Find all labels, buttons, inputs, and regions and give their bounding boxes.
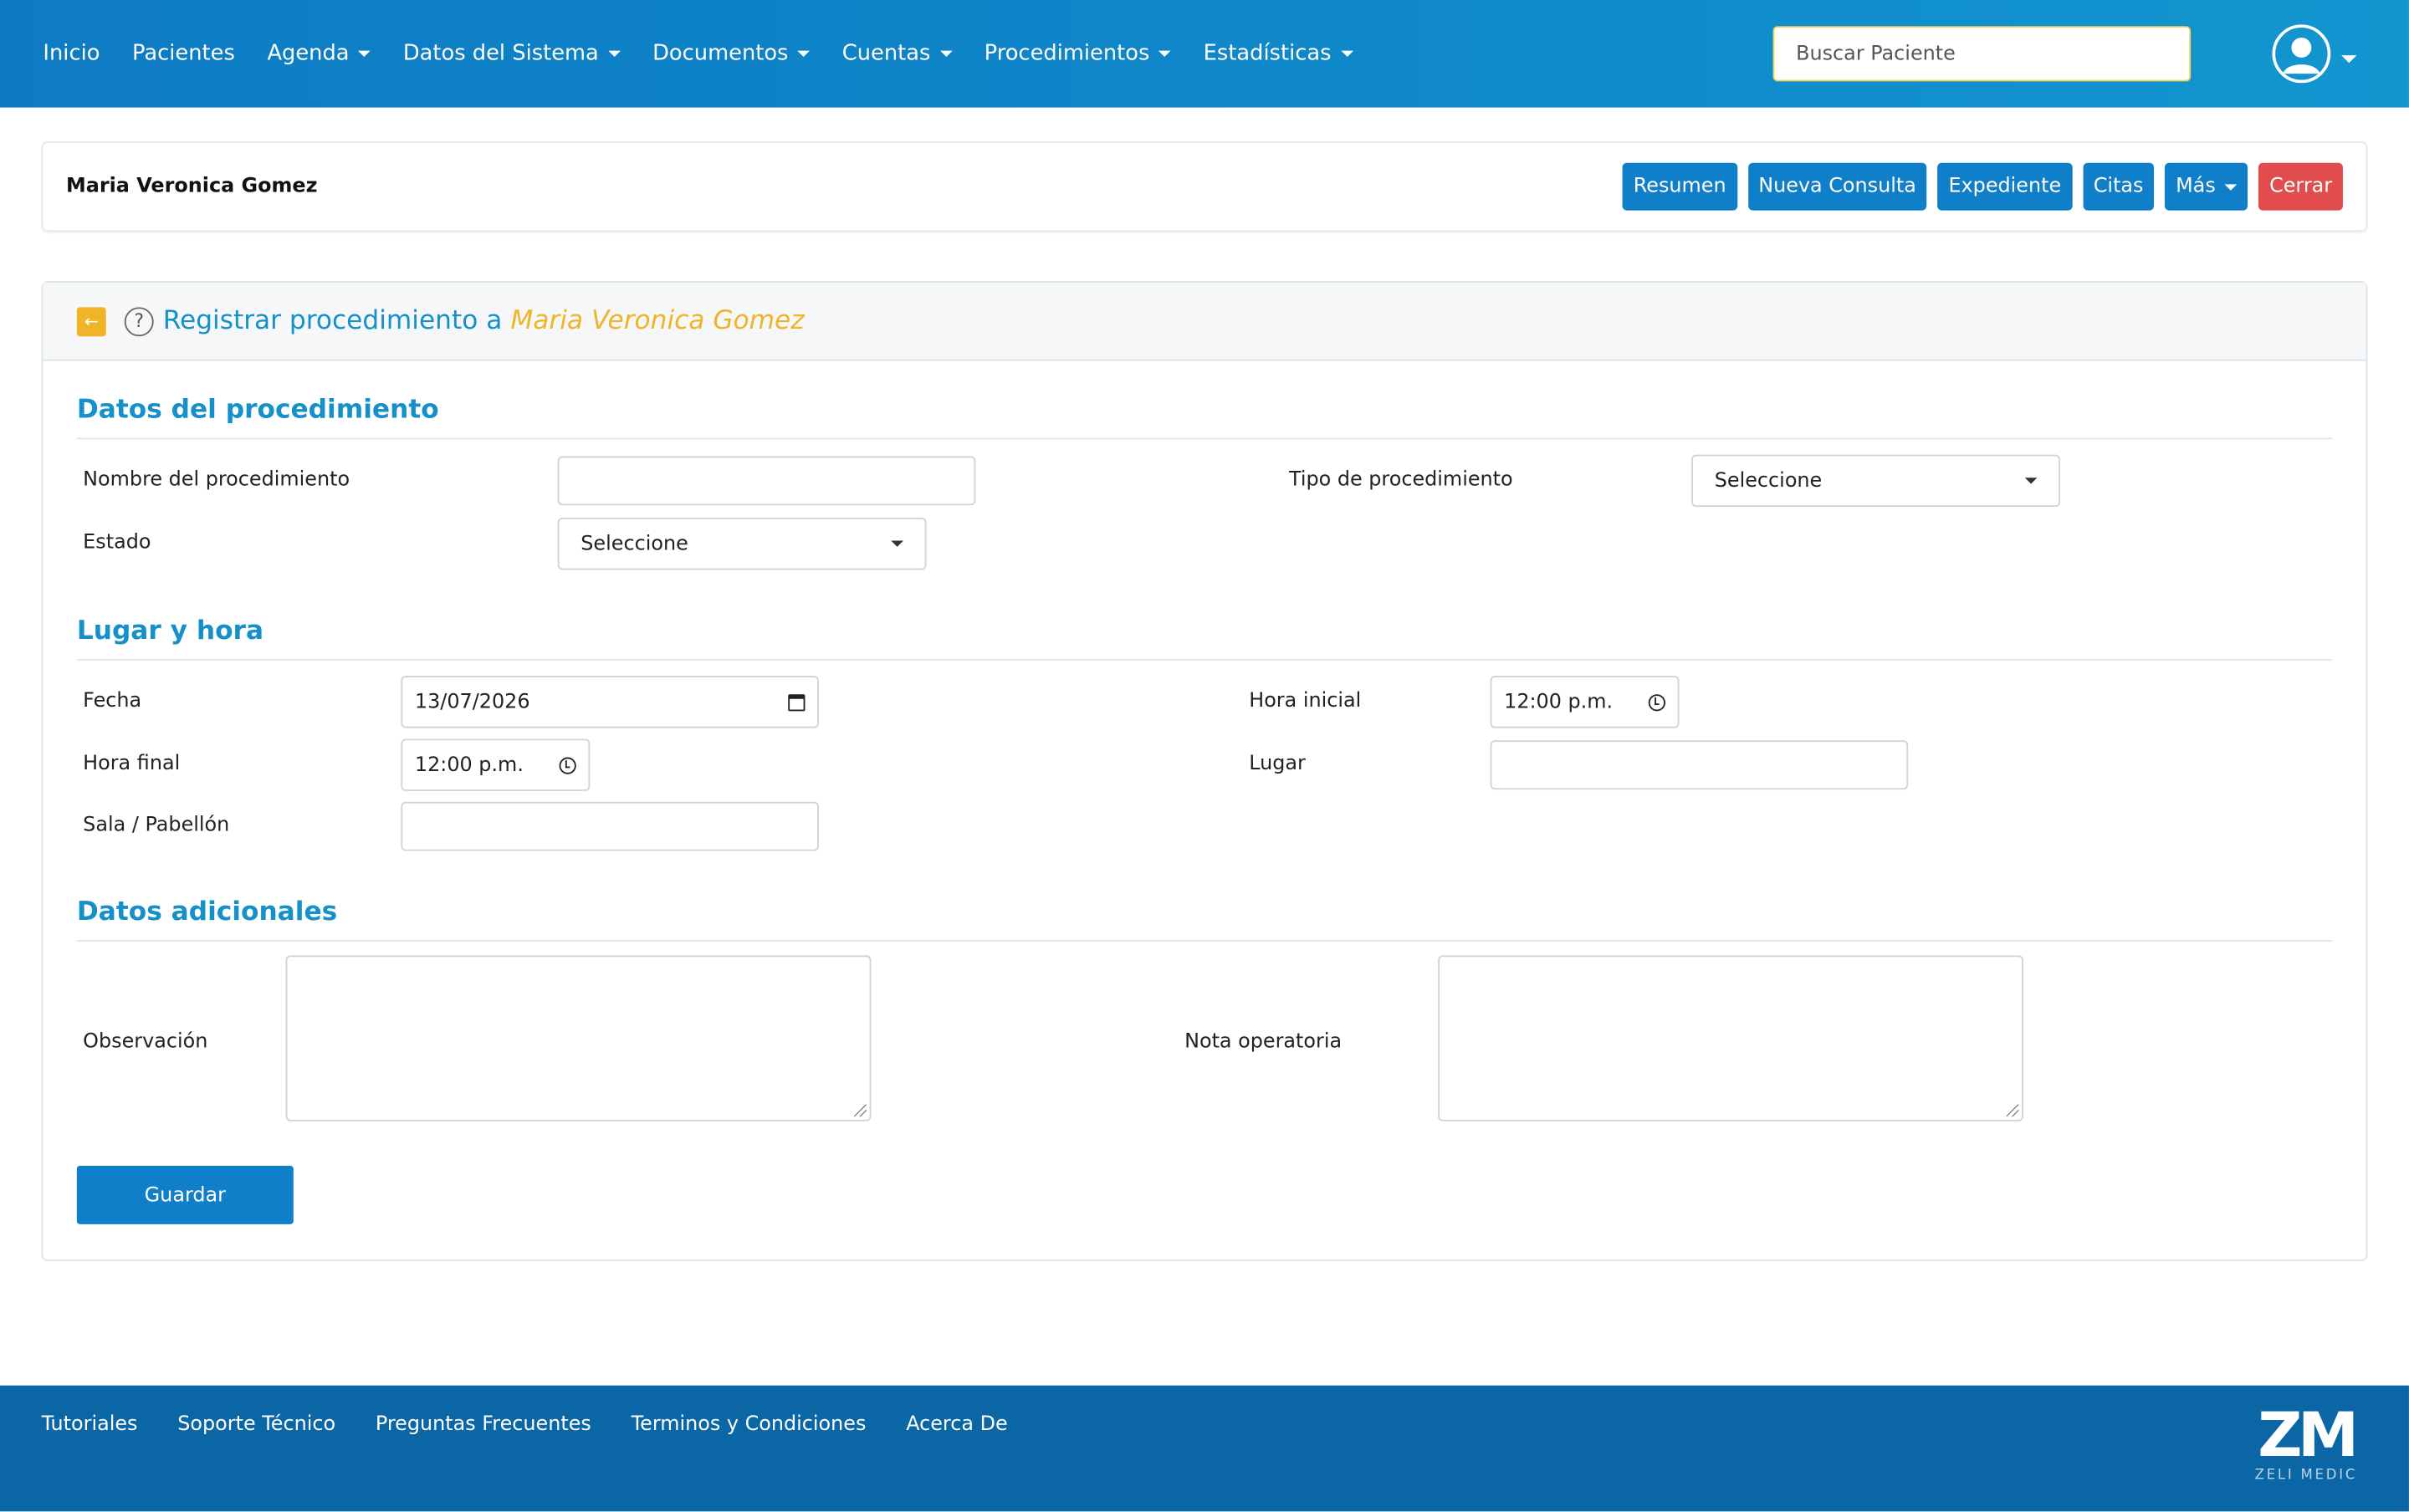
label-lugar: Lugar	[1249, 752, 1306, 776]
nav-label: Datos del Sistema	[402, 41, 599, 66]
logo-mark: ZM	[2258, 1401, 2359, 1472]
hora-final-input[interactable]: 12:00 p.m.	[401, 738, 591, 791]
nav-item-pacientes[interactable]: Pacientes	[132, 42, 235, 66]
caret-down-icon	[797, 50, 811, 57]
section-title-adicionales: Datos adicionales	[76, 896, 338, 928]
observacion-textarea[interactable]	[285, 955, 872, 1121]
label-fecha: Fecha	[83, 689, 142, 713]
calendar-icon[interactable]	[788, 693, 806, 711]
sala-pabellon-input[interactable]	[401, 801, 819, 851]
tipo-procedimiento-select[interactable]: Seleccione	[1691, 454, 2061, 508]
search-patient-input[interactable]	[1772, 26, 2192, 82]
nueva-consulta-button[interactable]: Nueva Consulta	[1747, 162, 1927, 211]
label-estado: Estado	[83, 531, 151, 555]
user-menu-caret-icon[interactable]	[2341, 55, 2357, 64]
mas-label: Más	[2176, 175, 2216, 198]
caret-down-icon	[1158, 50, 1172, 57]
caret-down-icon	[939, 50, 953, 57]
section-divider	[76, 437, 2333, 440]
lugar-input[interactable]	[1490, 740, 1909, 790]
resize-grip-icon[interactable]	[2006, 1104, 2019, 1117]
patient-name: Maria Veronica Gomez	[65, 175, 318, 198]
user-avatar-icon[interactable]	[2272, 24, 2331, 84]
hora-inicial-input[interactable]: 12:00 p.m.	[1490, 676, 1680, 728]
mas-dropdown-button[interactable]: Más	[2165, 162, 2248, 211]
nav-label: Estadísticas	[1203, 41, 1332, 66]
caret-down-icon	[1340, 50, 1353, 57]
time-value: 12:00 p.m.	[1504, 690, 1614, 714]
nav-label: Documentos	[652, 41, 789, 66]
nota-operatoria-textarea[interactable]	[1438, 955, 2023, 1121]
back-arrow-icon[interactable]: ←	[76, 306, 106, 336]
top-navbar: Inicio Pacientes Agenda Datos del Sistem…	[0, 0, 2409, 108]
section-title-datos: Datos del procedimiento	[76, 395, 439, 426]
citas-button[interactable]: Citas	[2082, 162, 2155, 211]
caret-down-icon	[2224, 183, 2238, 190]
footer-link-preguntas[interactable]: Preguntas Frecuentes	[376, 1413, 591, 1437]
date-value: 13/07/2026	[414, 690, 530, 714]
footer: Tutoriales Soporte Técnico Preguntas Fre…	[0, 1385, 2409, 1512]
nav-item-cuentas[interactable]: Cuentas	[841, 41, 953, 66]
section-divider	[76, 940, 2333, 942]
caret-down-icon	[2024, 478, 2038, 484]
procedure-form-panel: ← ? Registrar procedimiento a Maria Vero…	[41, 281, 2368, 1261]
fecha-date-input[interactable]: 13/07/2026	[401, 676, 819, 728]
section-divider	[76, 658, 2333, 661]
nav-label: Agenda	[267, 41, 350, 66]
caret-down-icon	[891, 540, 903, 547]
nav-item-datos-sistema[interactable]: Datos del Sistema	[403, 42, 621, 66]
clock-icon[interactable]	[559, 756, 576, 774]
label-nota-operatoria: Nota operatoria	[1184, 1030, 1343, 1054]
select-value: Seleccione	[581, 532, 688, 555]
footer-links: Tutoriales Soporte Técnico Preguntas Fre…	[42, 1413, 1008, 1437]
title-patient-name: Maria Veronica Gomez	[510, 305, 805, 337]
title-prefix: Registrar procedimiento a	[162, 305, 503, 337]
label-tipo: Tipo de procedimiento	[1288, 468, 1513, 492]
nav-item-documentos[interactable]: Documentos	[652, 41, 811, 66]
logo-text: ZELI MEDIC	[2254, 1468, 2358, 1484]
help-icon[interactable]: ?	[124, 306, 154, 336]
patient-header: Maria Veronica Gomez Resumen Nueva Consu…	[41, 140, 2368, 232]
section-title-lugar: Lugar y hora	[76, 616, 264, 647]
caret-down-icon	[607, 50, 621, 57]
select-value: Seleccione	[1714, 469, 1823, 493]
nav-item-inicio[interactable]: Inicio	[43, 42, 100, 66]
nav-label: Inicio	[43, 41, 100, 66]
guardar-button[interactable]: Guardar	[76, 1166, 294, 1224]
nombre-procedimiento-input[interactable]	[557, 456, 976, 506]
footer-link-soporte[interactable]: Soporte Técnico	[177, 1413, 335, 1437]
label-hora-final: Hora final	[83, 752, 181, 776]
zeli-medic-logo: ZM ZELI MEDIC	[2243, 1404, 2370, 1484]
nav-label: Pacientes	[132, 41, 235, 66]
label-sala: Sala / Pabellón	[83, 814, 230, 838]
label-hora-inicial: Hora inicial	[1249, 689, 1362, 713]
footer-link-acerca[interactable]: Acerca De	[906, 1413, 1007, 1437]
main-menu: Inicio Pacientes Agenda Datos del Sistem…	[43, 42, 1384, 66]
panel-header: ← ? Registrar procedimiento a Maria Vero…	[43, 282, 2366, 361]
expediente-button[interactable]: Expediente	[1937, 162, 2073, 211]
time-value: 12:00 p.m.	[414, 753, 524, 777]
nav-label: Procedimientos	[984, 41, 1150, 66]
footer-link-terminos[interactable]: Terminos y Condiciones	[632, 1413, 867, 1437]
nav-label: Cuentas	[841, 41, 931, 66]
label-nombre: Nombre del procedimiento	[83, 468, 350, 492]
resumen-button[interactable]: Resumen	[1622, 162, 1737, 211]
nav-item-procedimientos[interactable]: Procedimientos	[984, 41, 1172, 66]
estado-select[interactable]: Seleccione	[557, 517, 927, 570]
nav-item-agenda[interactable]: Agenda	[267, 42, 371, 66]
patient-actions: Resumen Nueva Consulta Expediente Citas …	[1622, 162, 2343, 211]
clock-icon[interactable]	[1648, 693, 1665, 711]
nav-item-estadisticas[interactable]: Estadísticas	[1204, 42, 1353, 66]
label-observacion: Observación	[83, 1030, 208, 1054]
caret-down-icon	[358, 50, 371, 57]
page-title: Registrar procedimiento a Maria Veronica…	[163, 306, 805, 337]
resize-grip-icon[interactable]	[854, 1104, 867, 1117]
footer-link-tutoriales[interactable]: Tutoriales	[42, 1413, 138, 1437]
cerrar-button[interactable]: Cerrar	[2258, 162, 2343, 211]
